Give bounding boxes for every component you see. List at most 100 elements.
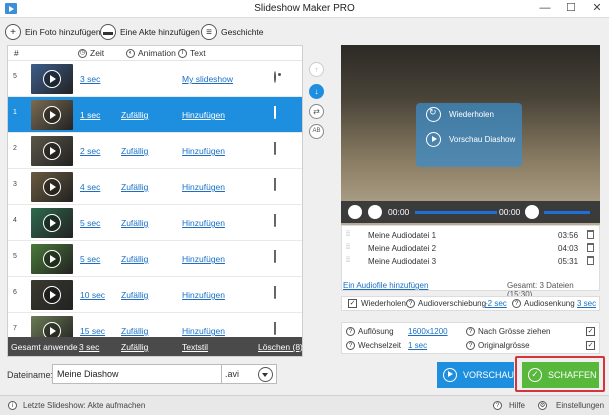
repeat-overlay-button[interactable]: Wiederholen xyxy=(426,107,494,122)
last-slideshow-link[interactable]: Letzte Slideshow: Akte aufmachen xyxy=(23,401,145,410)
slide-thumbnail[interactable] xyxy=(31,172,73,202)
audio-fade-value[interactable]: 3 sec xyxy=(577,299,596,308)
add-photo-button[interactable]: + Ein Foto hinzufügen xyxy=(5,22,101,42)
row-time[interactable]: 1 sec xyxy=(80,110,100,120)
row-animation[interactable]: Zufällig xyxy=(121,146,148,156)
row-text[interactable]: Hinzufügen xyxy=(182,218,225,228)
audio-row[interactable]: ⁞⁞ Meine Audiodatei 1 03:56 xyxy=(342,229,599,242)
trash-icon[interactable] xyxy=(274,250,286,265)
slide-thumbnail[interactable] xyxy=(31,64,73,94)
stop-button[interactable] xyxy=(368,205,382,219)
help-icon[interactable]: ? xyxy=(466,341,475,350)
row-text[interactable]: Hinzufügen xyxy=(182,182,225,192)
help-icon[interactable]: ? xyxy=(346,341,355,350)
trash-icon[interactable] xyxy=(587,243,594,252)
move-up-button[interactable]: ↑ xyxy=(309,62,324,77)
slide-thumbnail[interactable] xyxy=(31,280,73,310)
preview-button[interactable]: VORSCHAU xyxy=(437,362,514,388)
move-down-button[interactable]: ↓ xyxy=(309,84,324,99)
grip-icon[interactable]: ⁞⁞ xyxy=(346,244,350,251)
grip-icon[interactable]: ⁞⁞ xyxy=(346,257,350,264)
trash-icon[interactable] xyxy=(274,142,286,157)
add-file-button[interactable]: ▬ Eine Akte hinzufügen xyxy=(100,22,200,42)
trash-icon[interactable] xyxy=(587,230,594,239)
row-animation[interactable]: Zufällig xyxy=(121,326,148,336)
table-row[interactable]: 5 5 sec Zufällig Hinzufügen xyxy=(8,241,302,277)
interval-value[interactable]: 1 sec xyxy=(408,341,427,350)
trash-icon[interactable] xyxy=(274,322,286,337)
row-time[interactable]: 3 sec xyxy=(80,74,100,84)
row-text[interactable]: Hinzufügen xyxy=(182,110,225,120)
table-row[interactable]: 4 5 sec Zufällig Hinzufügen xyxy=(8,205,302,241)
slide-thumbnail[interactable] xyxy=(31,100,73,130)
table-row[interactable]: 2 2 sec Zufällig Hinzufügen xyxy=(8,133,302,169)
preview-slideshow-button[interactable]: Vorschau Diashow xyxy=(426,132,515,147)
row-text[interactable]: Hinzufügen xyxy=(182,254,225,264)
history-button[interactable]: ≡ Geschichte xyxy=(201,22,264,42)
settings-link[interactable]: Einstellungen xyxy=(556,401,604,410)
trash-icon[interactable] xyxy=(274,106,286,121)
help-icon[interactable]: ? xyxy=(406,299,415,308)
table-row[interactable]: 6 10 sec Zufällig Hinzufügen xyxy=(8,277,302,313)
grip-icon[interactable]: ⁞⁞ xyxy=(346,231,350,238)
delete-all-link[interactable]: Löschen (8) xyxy=(258,342,302,352)
row-time[interactable]: 10 sec xyxy=(80,290,105,300)
slide-thumbnail[interactable] xyxy=(31,136,73,166)
fit-checkbox[interactable]: ✓ xyxy=(586,327,595,336)
row-animation[interactable]: Zufällig xyxy=(121,182,148,192)
seek-bar[interactable] xyxy=(415,211,497,214)
ab-button[interactable]: AB xyxy=(309,124,324,139)
repeat-checkbox[interactable]: ✓ xyxy=(348,299,357,308)
trash-icon[interactable] xyxy=(587,256,594,265)
apply-all-animation[interactable]: Zufällig xyxy=(121,342,148,352)
table-row[interactable]: 3 4 sec Zufällig Hinzufügen xyxy=(8,169,302,205)
row-time[interactable]: 4 sec xyxy=(80,182,100,192)
play-button[interactable] xyxy=(348,205,362,219)
text-style-link[interactable]: Textstil xyxy=(182,342,208,352)
volume-icon[interactable] xyxy=(525,205,539,219)
trash-icon[interactable] xyxy=(274,214,286,229)
row-text[interactable]: Hinzufügen xyxy=(182,146,225,156)
table-row[interactable]: 5 3 sec My slideshow xyxy=(8,61,302,97)
header-time[interactable]: ◷ Zeit xyxy=(78,48,104,58)
maximize-button[interactable]: ☐ xyxy=(560,1,582,16)
table-row[interactable]: 1 1 sec Zufällig Hinzufügen xyxy=(8,97,302,133)
trash-icon[interactable] xyxy=(274,286,286,301)
gear-icon[interactable]: ⚙ xyxy=(538,401,547,410)
create-button[interactable]: ✓ SCHAFFEN xyxy=(522,362,599,388)
shuffle-button[interactable]: ⇄ xyxy=(309,104,324,119)
chevron-down-icon[interactable] xyxy=(258,367,273,382)
header-text[interactable]: T Text xyxy=(178,48,206,58)
resolution-value[interactable]: 1600x1200 xyxy=(408,327,448,336)
slide-thumbnail[interactable] xyxy=(31,208,73,238)
row-animation[interactable]: Zufällig xyxy=(121,110,148,120)
filename-input[interactable] xyxy=(52,364,222,384)
header-animation[interactable]: ◐ Animation xyxy=(126,48,176,58)
apply-all-time[interactable]: 3 sec xyxy=(79,342,99,352)
help-link[interactable]: Hilfe xyxy=(509,401,525,410)
row-animation[interactable]: Zufällig xyxy=(121,254,148,264)
original-checkbox[interactable]: ✓ xyxy=(586,341,595,350)
row-time[interactable]: 5 sec xyxy=(80,254,100,264)
volume-slider[interactable] xyxy=(544,211,590,214)
row-time[interactable]: 2 sec xyxy=(80,146,100,156)
row-text[interactable]: My slideshow xyxy=(182,74,233,84)
row-time[interactable]: 15 sec xyxy=(80,326,105,336)
help-icon[interactable]: ? xyxy=(466,327,475,336)
audio-row[interactable]: ⁞⁞ Meine Audiodatei 2 04:03 xyxy=(342,242,599,255)
audio-shift-value[interactable]: -2 sec xyxy=(485,299,507,308)
add-audio-link[interactable]: Ein Audiofile hinzufügen xyxy=(343,281,428,290)
close-button[interactable]: ✕ xyxy=(586,1,608,16)
minimize-button[interactable]: — xyxy=(534,1,556,16)
audio-row[interactable]: ⁞⁞ Meine Audiodatei 3 05:31 xyxy=(342,255,599,268)
row-time[interactable]: 5 sec xyxy=(80,218,100,228)
eye-icon[interactable] xyxy=(274,71,286,85)
row-animation[interactable]: Zufällig xyxy=(121,218,148,228)
help-icon[interactable]: ? xyxy=(512,299,521,308)
row-animation[interactable]: Zufällig xyxy=(121,290,148,300)
trash-icon[interactable] xyxy=(274,178,286,193)
row-text[interactable]: Hinzufügen xyxy=(182,326,225,336)
help-icon[interactable]: ? xyxy=(346,327,355,336)
slide-thumbnail[interactable] xyxy=(31,244,73,274)
help-icon[interactable]: ? xyxy=(493,401,502,410)
